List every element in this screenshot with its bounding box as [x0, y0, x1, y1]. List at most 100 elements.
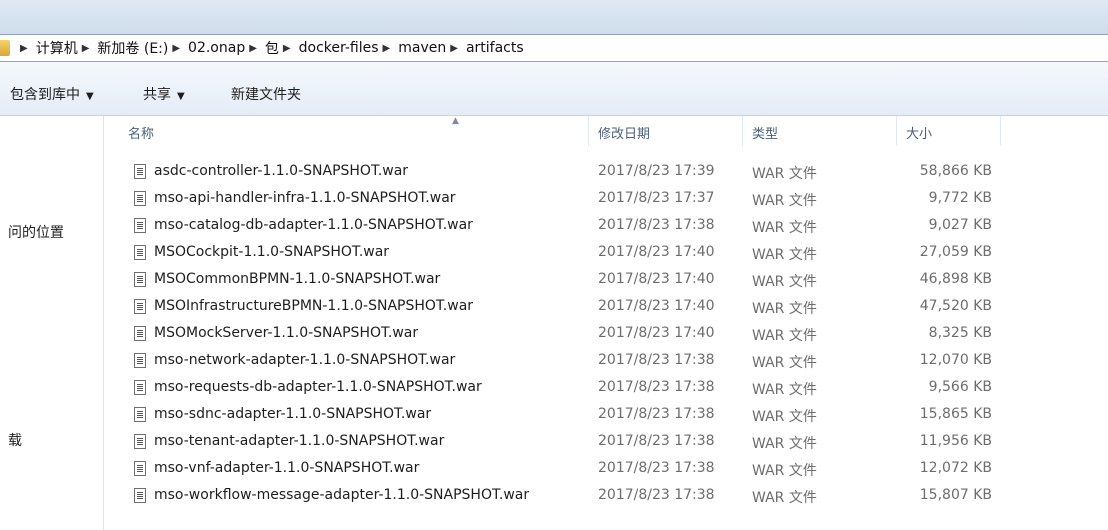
- new-folder-label: 新建文件夹: [231, 87, 301, 103]
- file-name: asdc-controller-1.1.0-SNAPSHOT.war: [154, 163, 409, 179]
- file-row[interactable]: mso-sdnc-adapter-1.1.0-SNAPSHOT.war 2017/…: [104, 401, 1108, 428]
- file-date: 2017/8/23 17:38: [598, 433, 715, 449]
- file-date: 2017/8/23 17:39: [598, 163, 715, 179]
- file-icon: [134, 488, 146, 503]
- breadcrumb-computer[interactable]: 计算机: [36, 38, 78, 58]
- column-header-type[interactable]: 类型: [752, 123, 778, 142]
- file-icon: [134, 434, 146, 449]
- file-type: WAR 文件: [752, 193, 817, 209]
- file-name: MSOCommonBPMN-1.1.0-SNAPSHOT.war: [154, 271, 441, 287]
- column-header-name[interactable]: 名称: [128, 123, 154, 142]
- breadcrumb-maven[interactable]: maven: [398, 40, 446, 56]
- file-size: 11,956 KB: [919, 433, 992, 449]
- file-type: WAR 文件: [752, 382, 817, 398]
- file-name: mso-catalog-db-adapter-1.1.0-SNAPSHOT.wa…: [154, 217, 473, 233]
- file-row[interactable]: mso-workflow-message-adapter-1.1.0-SNAPS…: [104, 482, 1108, 509]
- file-row[interactable]: MSOInfrastructureBPMN-1.1.0-SNAPSHOT.war…: [104, 293, 1108, 320]
- file-size: 8,325 KB: [928, 325, 992, 341]
- chevron-right-icon[interactable]: ▶: [450, 43, 458, 54]
- breadcrumb-onap[interactable]: 02.onap: [188, 40, 245, 56]
- file-date: 2017/8/23 17:40: [598, 298, 715, 314]
- column-divider[interactable]: [1000, 116, 1001, 146]
- file-type: WAR 文件: [752, 463, 817, 479]
- column-header-size[interactable]: 大小: [906, 123, 932, 142]
- share-button[interactable]: 共享 ▼: [143, 84, 185, 104]
- file-row[interactable]: MSOCockpit-1.1.0-SNAPSHOT.war 2017/8/23 1…: [104, 239, 1108, 266]
- file-date: 2017/8/23 17:38: [598, 217, 715, 233]
- caret-down-icon: ▼: [177, 91, 185, 102]
- file-size: 27,059 KB: [919, 244, 992, 260]
- breadcrumb-package[interactable]: 包: [265, 38, 279, 58]
- file-type: WAR 文件: [752, 436, 817, 452]
- breadcrumb-artifacts[interactable]: artifacts: [466, 40, 524, 56]
- file-size: 9,566 KB: [928, 379, 992, 395]
- file-row[interactable]: mso-tenant-adapter-1.1.0-SNAPSHOT.war 201…: [104, 428, 1108, 455]
- file-name: mso-sdnc-adapter-1.1.0-SNAPSHOT.war: [154, 406, 432, 422]
- chevron-right-icon[interactable]: ▶: [383, 43, 391, 54]
- file-icon: [134, 164, 146, 179]
- file-row[interactable]: mso-requests-db-adapter-1.1.0-SNAPSHOT.w…: [104, 374, 1108, 401]
- file-name: mso-requests-db-adapter-1.1.0-SNAPSHOT.w…: [154, 379, 482, 395]
- file-icon: [134, 218, 146, 233]
- file-name: MSOMockServer-1.1.0-SNAPSHOT.war: [154, 325, 419, 341]
- file-icon: [134, 272, 146, 287]
- file-row[interactable]: MSOCommonBPMN-1.1.0-SNAPSHOT.war 2017/8/2…: [104, 266, 1108, 293]
- caret-down-icon: ▼: [86, 91, 94, 102]
- share-label: 共享: [143, 87, 171, 103]
- file-row[interactable]: mso-vnf-adapter-1.1.0-SNAPSHOT.war 2017/8…: [104, 455, 1108, 482]
- sidebar-item-recent-places[interactable]: 问的位置: [8, 222, 64, 242]
- file-icon: [134, 380, 146, 395]
- column-divider[interactable]: [588, 116, 589, 146]
- breadcrumb-docker-files[interactable]: docker-files: [299, 40, 379, 56]
- file-date: 2017/8/23 17:40: [598, 325, 715, 341]
- file-row[interactable]: mso-network-adapter-1.1.0-SNAPSHOT.war 20…: [104, 347, 1108, 374]
- sidebar-item-downloads[interactable]: 载: [8, 430, 22, 450]
- file-size: 58,866 KB: [919, 163, 992, 179]
- chevron-right-icon[interactable]: ▶: [172, 43, 180, 54]
- file-list: asdc-controller-1.1.0-SNAPSHOT.war 2017/8…: [104, 158, 1108, 509]
- file-date: 2017/8/23 17:40: [598, 244, 715, 260]
- file-size: 12,070 KB: [919, 352, 992, 368]
- file-name: mso-tenant-adapter-1.1.0-SNAPSHOT.war: [154, 433, 445, 449]
- file-date: 2017/8/23 17:38: [598, 406, 715, 422]
- file-icon: [134, 326, 146, 341]
- file-type: WAR 文件: [752, 328, 817, 344]
- file-date: 2017/8/23 17:37: [598, 190, 715, 206]
- file-icon: [134, 191, 146, 206]
- chevron-right-icon[interactable]: ▶: [283, 43, 291, 54]
- file-type: WAR 文件: [752, 274, 817, 290]
- breadcrumb-drive[interactable]: 新加卷 (E:): [97, 38, 168, 58]
- file-type: WAR 文件: [752, 355, 817, 371]
- chevron-right-icon[interactable]: ▶: [20, 43, 28, 54]
- file-row[interactable]: mso-api-handler-infra-1.1.0-SNAPSHOT.war…: [104, 185, 1108, 212]
- file-type: WAR 文件: [752, 166, 817, 182]
- file-icon: [134, 461, 146, 476]
- file-size: 15,807 KB: [919, 487, 992, 503]
- file-date: 2017/8/23 17:38: [598, 379, 715, 395]
- new-folder-button[interactable]: 新建文件夹: [231, 84, 301, 104]
- chevron-right-icon[interactable]: ▶: [82, 43, 90, 54]
- file-icon: [134, 299, 146, 314]
- file-name: MSOInfrastructureBPMN-1.1.0-SNAPSHOT.war: [154, 298, 474, 314]
- file-row[interactable]: mso-catalog-db-adapter-1.1.0-SNAPSHOT.wa…: [104, 212, 1108, 239]
- address-bar[interactable]: ▶ 计算机 ▶ 新加卷 (E:) ▶ 02.onap ▶ 包 ▶ docker-…: [0, 34, 1108, 62]
- chevron-right-icon[interactable]: ▶: [249, 43, 257, 54]
- file-row[interactable]: asdc-controller-1.1.0-SNAPSHOT.war 2017/8…: [104, 158, 1108, 185]
- file-name: mso-network-adapter-1.1.0-SNAPSHOT.war: [154, 352, 456, 368]
- file-name: mso-api-handler-infra-1.1.0-SNAPSHOT.war: [154, 190, 456, 206]
- navigation-pane: 问的位置 载: [0, 116, 104, 530]
- file-row[interactable]: MSOMockServer-1.1.0-SNAPSHOT.war 2017/8/2…: [104, 320, 1108, 347]
- file-icon: [134, 407, 146, 422]
- file-size: 9,772 KB: [928, 190, 992, 206]
- column-header-date[interactable]: 修改日期: [598, 123, 650, 142]
- command-toolbar: 包含到库中 ▼ 共享 ▼ 新建文件夹: [0, 62, 1108, 116]
- file-size: 47,520 KB: [919, 298, 992, 314]
- file-size: 46,898 KB: [919, 271, 992, 287]
- column-divider[interactable]: [742, 116, 743, 146]
- file-size: 15,865 KB: [919, 406, 992, 422]
- file-name: MSOCockpit-1.1.0-SNAPSHOT.war: [154, 244, 390, 260]
- file-name: mso-vnf-adapter-1.1.0-SNAPSHOT.war: [154, 460, 420, 476]
- column-divider[interactable]: [896, 116, 897, 146]
- include-in-library-button[interactable]: 包含到库中 ▼: [10, 84, 94, 104]
- file-date: 2017/8/23 17:38: [598, 487, 715, 503]
